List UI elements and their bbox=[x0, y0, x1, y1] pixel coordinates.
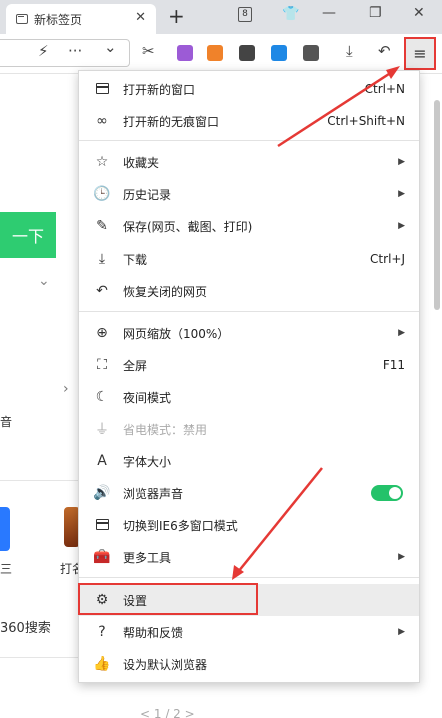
arrow-head bbox=[386, 66, 400, 79]
arrow-to-settings bbox=[237, 467, 323, 573]
annotation-arrows bbox=[232, 66, 400, 580]
arrow-to-menu-button bbox=[277, 70, 393, 148]
